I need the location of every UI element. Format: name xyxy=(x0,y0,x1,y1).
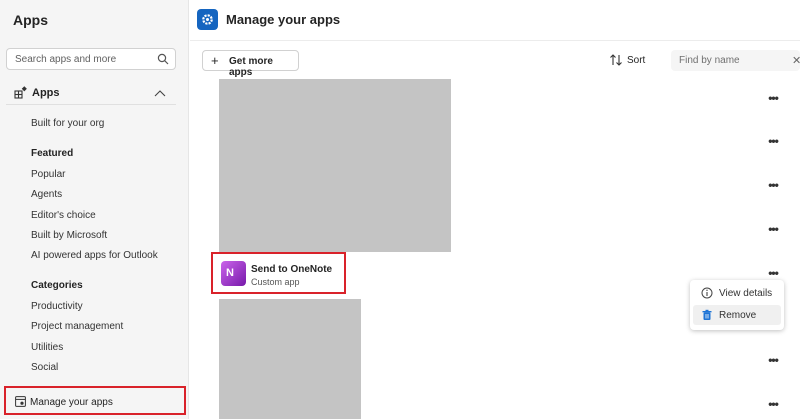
apps-icon xyxy=(14,86,27,99)
more-options-icon[interactable]: ••• xyxy=(765,92,781,104)
sidebar-item-ai-powered[interactable]: AI powered apps for Outlook xyxy=(31,250,158,261)
sidebar-item-editors-choice[interactable]: Editor's choice xyxy=(31,210,96,221)
more-options-icon[interactable]: ••• xyxy=(765,354,781,366)
get-more-apps-button[interactable]: + Get more apps xyxy=(202,50,299,78)
sort-button[interactable]: Sort xyxy=(609,52,649,70)
trash-icon xyxy=(702,309,712,320)
manage-apps-icon xyxy=(15,396,26,407)
chevron-up-icon xyxy=(154,90,166,97)
sidebar-item-built-for-org[interactable]: Built for your org xyxy=(31,118,104,129)
sidebar-item-agents[interactable]: Agents xyxy=(31,189,62,200)
sidebar-item-built-by-microsoft[interactable]: Built by Microsoft xyxy=(31,230,107,241)
menu-item-view-details[interactable]: View details xyxy=(693,283,781,303)
find-by-name-input[interactable] xyxy=(671,50,781,71)
more-options-icon[interactable]: ••• xyxy=(765,267,781,279)
sidebar-item-utilities[interactable]: Utilities xyxy=(31,342,63,353)
search-box[interactable] xyxy=(6,48,176,70)
sidebar-heading-featured: Featured xyxy=(31,148,74,159)
app-type: Custom app xyxy=(251,277,300,287)
more-options-icon[interactable]: ••• xyxy=(765,179,781,191)
more-options-icon[interactable]: ••• xyxy=(765,398,781,410)
find-by-name-box[interactable]: ✕ xyxy=(671,50,800,71)
search-input[interactable] xyxy=(7,49,147,70)
manage-apps-label: Manage your apps xyxy=(30,397,113,408)
view-details-label: View details xyxy=(719,288,773,299)
app-item-send-to-onenote[interactable]: N Send to OneNote Custom app xyxy=(211,252,346,294)
get-more-apps-label: Get more apps xyxy=(229,56,273,78)
collapse-apps-button[interactable] xyxy=(150,83,170,103)
sidebar-heading-categories: Categories xyxy=(31,280,83,291)
onenote-icon: N xyxy=(221,261,246,286)
header-divider xyxy=(190,40,800,41)
settings-gear-icon xyxy=(197,9,218,30)
sidebar-item-project-management[interactable]: Project management xyxy=(31,321,123,332)
app-image-placeholder xyxy=(219,299,361,419)
search-icon[interactable] xyxy=(157,53,169,65)
more-options-icon[interactable]: ••• xyxy=(765,135,781,147)
apps-label: Apps xyxy=(32,87,60,99)
sort-icon xyxy=(610,54,622,66)
info-icon xyxy=(701,287,713,299)
sidebar-item-popular[interactable]: Popular xyxy=(31,169,65,180)
menu-item-remove[interactable]: Remove xyxy=(693,305,781,325)
clear-icon[interactable]: ✕ xyxy=(792,54,800,67)
sort-label: Sort xyxy=(627,55,646,66)
page-title: Manage your apps xyxy=(226,12,341,27)
plus-icon: + xyxy=(211,53,219,68)
apps-section-header[interactable]: Apps xyxy=(6,81,176,105)
more-options-icon[interactable]: ••• xyxy=(765,223,781,235)
remove-label: Remove xyxy=(719,310,757,321)
sidebar-item-productivity[interactable]: Productivity xyxy=(31,301,83,312)
context-menu: View details Remove xyxy=(690,280,784,330)
sidebar-item-manage-apps[interactable]: Manage your apps xyxy=(4,386,186,415)
sidebar: Apps Apps Built for your org Featured Po… xyxy=(0,0,189,419)
gear-icon xyxy=(202,14,213,25)
app-name: Send to OneNote xyxy=(251,264,333,275)
sidebar-title: Apps xyxy=(13,12,48,28)
app-image-placeholder xyxy=(219,79,451,252)
sidebar-item-social[interactable]: Social xyxy=(31,362,58,373)
